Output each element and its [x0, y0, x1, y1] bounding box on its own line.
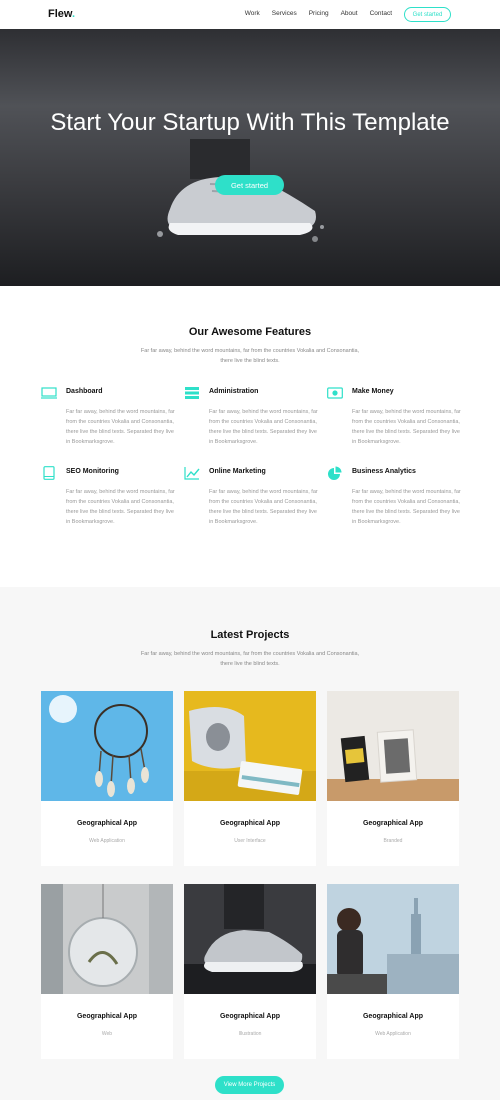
- frames-image: [327, 691, 459, 801]
- project-card[interactable]: Geographical App Web Application: [327, 884, 459, 1059]
- feature-desc: Far far away, behind the word mountains,…: [66, 409, 175, 445]
- feature-name: Administration: [209, 388, 259, 395]
- view-more-projects-button[interactable]: View More Projects: [215, 1076, 284, 1094]
- feature-desc: Far far away, behind the word mountains,…: [352, 489, 461, 525]
- feature-name: Business Analytics: [352, 468, 416, 475]
- hero-banner: Start Your Startup With This Template Ge…: [0, 29, 500, 286]
- project-category: Web Application: [89, 838, 125, 844]
- project-category: Branded: [383, 838, 403, 844]
- nav-item-work[interactable]: Work: [245, 10, 260, 17]
- pie-chart-icon: [328, 466, 342, 480]
- pillow-book-image: [184, 691, 316, 801]
- project-category: User Interface: [234, 838, 266, 844]
- feature-name: Online Marketing: [209, 468, 266, 475]
- trend-chart-icon: [184, 467, 200, 480]
- logo-dot: .: [72, 8, 76, 20]
- dreamcatcher-image: [41, 691, 173, 801]
- tablet-icon: [43, 466, 55, 480]
- logo[interactable]: Flew.: [48, 8, 75, 20]
- top-navbar: Flew. Work Services Pricing About Contac…: [0, 0, 500, 29]
- shoe-splash-image: [184, 884, 316, 994]
- features-subtitle: Far far away, behind the word mountains,…: [140, 348, 360, 364]
- project-card[interactable]: Geographical App User Interface: [184, 691, 316, 866]
- nav-item-contact[interactable]: Contact: [370, 10, 392, 17]
- terrarium-image: [41, 884, 173, 994]
- project-card[interactable]: Geographical App Web Application: [41, 691, 173, 866]
- project-name: Geographical App: [219, 820, 281, 827]
- project-category: Web: [101, 1031, 113, 1037]
- projects-title: Latest Projects: [210, 629, 290, 641]
- city-view-image: [327, 884, 459, 994]
- feature-name: SEO Monitoring: [66, 468, 119, 475]
- monitor-icon: [41, 387, 57, 399]
- feature-desc: Far far away, behind the word mountains,…: [209, 489, 318, 525]
- feature-desc: Far far away, behind the word mountains,…: [352, 409, 461, 445]
- feature-desc: Far far away, behind the word mountains,…: [209, 409, 318, 445]
- features-title: Our Awesome Features: [188, 326, 312, 338]
- project-category: Web Application: [375, 1031, 411, 1037]
- logo-text: Flew: [48, 8, 73, 20]
- nav-item-pricing[interactable]: Pricing: [309, 10, 329, 17]
- project-name: Geographical App: [219, 1013, 281, 1020]
- project-card[interactable]: Geographical App Branded: [327, 691, 459, 866]
- feature-name: Make Money: [352, 388, 394, 395]
- main-menu: Work Services Pricing About Contact: [245, 10, 392, 17]
- hero-get-started-button[interactable]: Get started: [215, 175, 284, 195]
- project-card[interactable]: Geographical App Web: [41, 884, 173, 1059]
- server-icon: [185, 387, 199, 399]
- feature-name: Dashboard: [66, 388, 103, 395]
- project-category: Illustration: [238, 1031, 262, 1037]
- project-name: Geographical App: [362, 1013, 424, 1020]
- nav-get-started-button[interactable]: Get started: [404, 7, 451, 22]
- feature-desc: Far far away, behind the word mountains,…: [66, 489, 175, 525]
- nav-item-about[interactable]: About: [341, 10, 358, 17]
- money-icon: [327, 387, 343, 399]
- project-name: Geographical App: [76, 820, 138, 827]
- nav-item-services[interactable]: Services: [272, 10, 297, 17]
- project-card[interactable]: Geographical App Illustration: [184, 884, 316, 1059]
- project-name: Geographical App: [362, 820, 424, 827]
- project-name: Geographical App: [76, 1013, 138, 1020]
- projects-subtitle: Far far away, behind the word mountains,…: [140, 651, 360, 667]
- hero-title: Start Your Startup With This Template: [50, 109, 450, 136]
